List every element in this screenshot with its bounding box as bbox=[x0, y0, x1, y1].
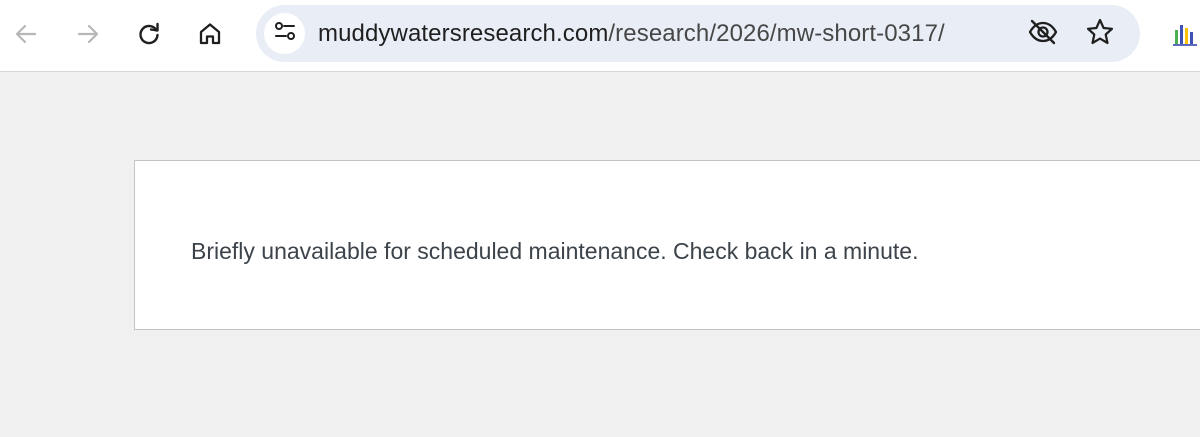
eye-slash-icon bbox=[1027, 16, 1059, 53]
url-text[interactable]: muddywatersresearch.com/research/2026/mw… bbox=[318, 19, 945, 49]
tracking-protection-button[interactable] bbox=[1026, 17, 1060, 51]
home-button[interactable] bbox=[190, 14, 230, 54]
url-host: muddywatersresearch.com bbox=[318, 20, 609, 47]
home-icon bbox=[197, 21, 223, 47]
arrow-right-icon bbox=[75, 21, 101, 47]
forward-button[interactable] bbox=[68, 14, 108, 54]
address-bar[interactable]: muddywatersresearch.com/research/2026/mw… bbox=[256, 5, 1140, 62]
maintenance-message: Briefly unavailable for scheduled mainte… bbox=[191, 238, 919, 264]
extension-button[interactable] bbox=[1170, 20, 1200, 50]
extension-chart-icon bbox=[1170, 25, 1200, 50]
arrow-left-icon bbox=[13, 21, 39, 47]
site-info-button[interactable] bbox=[264, 13, 305, 54]
browser-toolbar: muddywatersresearch.com/research/2026/mw… bbox=[0, 0, 1200, 72]
star-icon bbox=[1085, 17, 1115, 52]
url-path: /research/2026/mw-short-0317/ bbox=[608, 20, 945, 47]
tune-icon bbox=[273, 19, 297, 48]
maintenance-card: Briefly unavailable for scheduled mainte… bbox=[134, 160, 1200, 330]
bookmark-button[interactable] bbox=[1083, 17, 1117, 51]
reload-icon bbox=[136, 21, 162, 47]
reload-button[interactable] bbox=[129, 14, 169, 54]
back-button[interactable] bbox=[6, 14, 46, 54]
